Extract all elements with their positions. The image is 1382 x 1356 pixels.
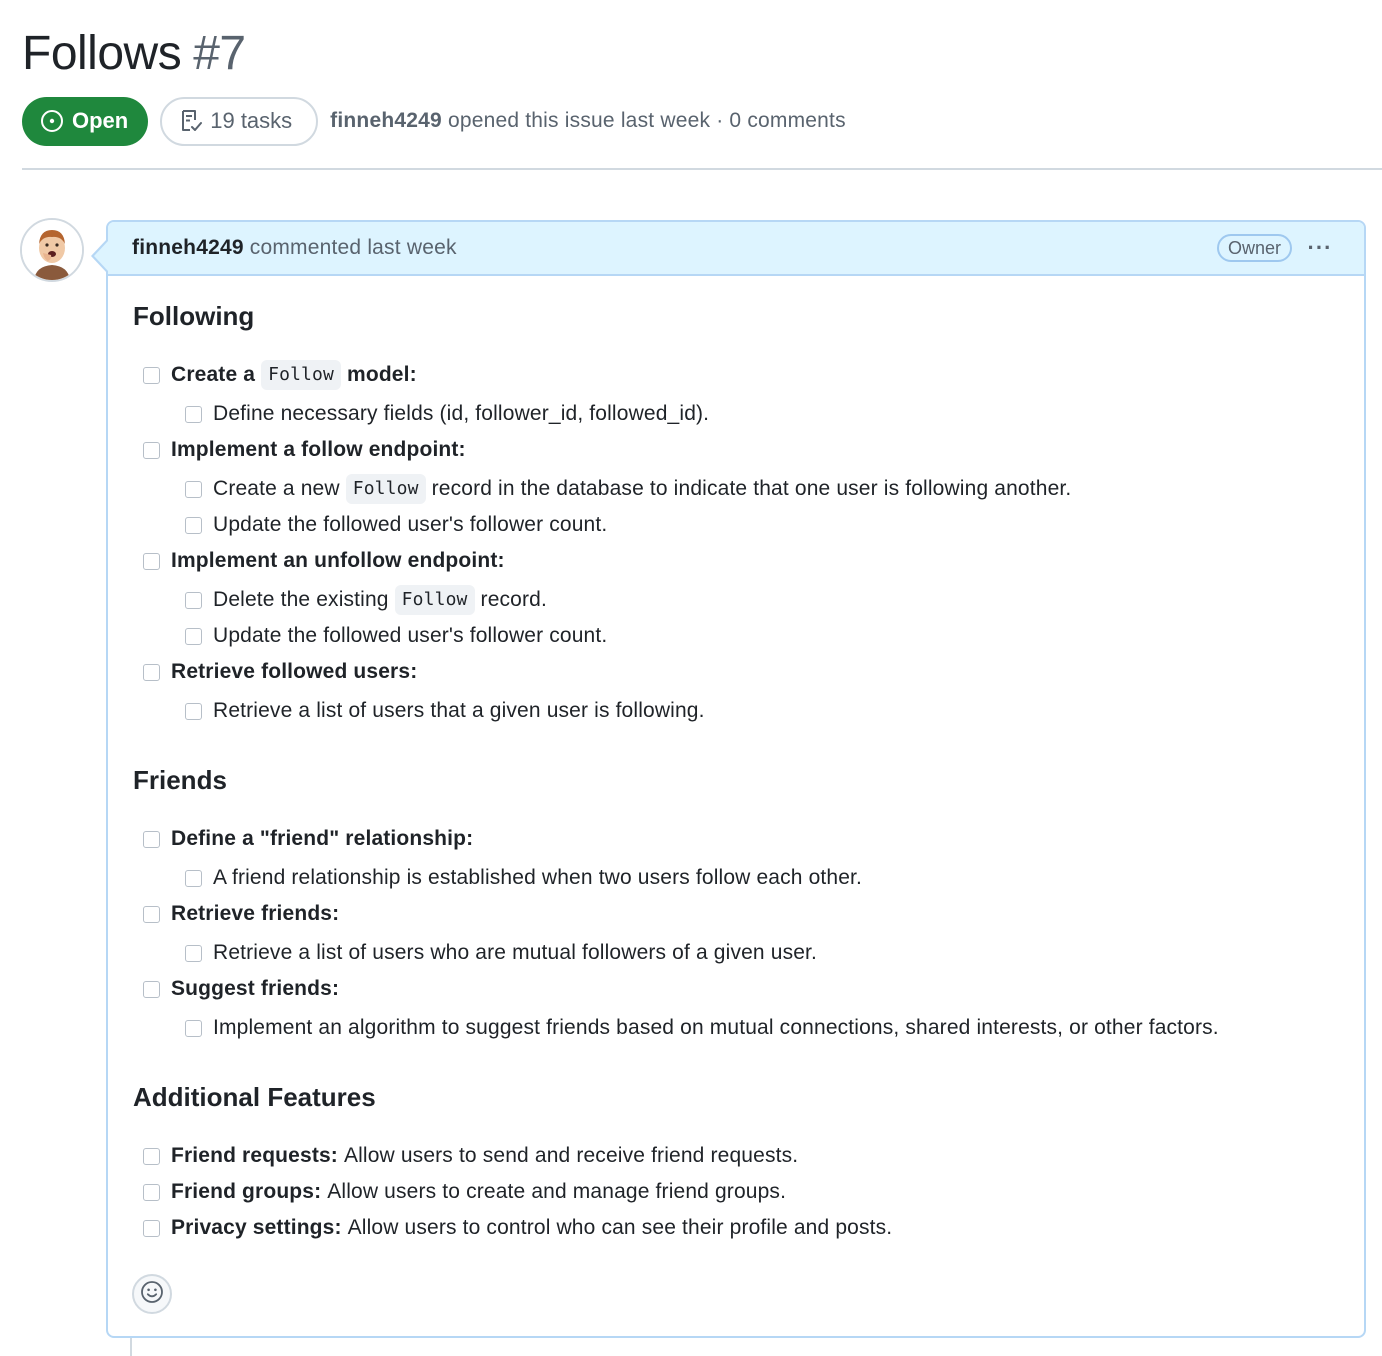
- task-delete-follow: Delete the existing Follow record.: [185, 585, 547, 615]
- task-text: Retrieve friends:: [171, 902, 340, 925]
- comment-pointer-fill: [94, 241, 108, 271]
- task-create-new-follow: Create a new Follow record in the database…: [185, 474, 1072, 504]
- add-reaction-button[interactable]: [132, 1274, 172, 1314]
- inline-code: Follow: [345, 474, 426, 504]
- task-text: record.: [480, 588, 547, 611]
- task-text: Update the followed user's follower coun…: [213, 513, 608, 536]
- inline-code: Follow: [394, 585, 475, 615]
- task-update-count-2: Update the followed user's follower coun…: [185, 622, 607, 650]
- issue-state-label: Open: [72, 108, 129, 133]
- task-checkbox[interactable]: [143, 366, 160, 384]
- task-update-count-1: Update the followed user's follower coun…: [185, 511, 607, 539]
- task-text: Define necessary fields (id, follower_id…: [213, 402, 710, 425]
- task-retrieve-mutual: Retrieve a list of users who are mutual …: [185, 939, 817, 967]
- task-checkbox[interactable]: [185, 516, 202, 534]
- avatar[interactable]: [20, 218, 84, 282]
- task-text: model:: [347, 363, 417, 386]
- task-retrieve-list: Retrieve a list of users that a given us…: [185, 697, 705, 725]
- task-text: Allow users to control who can see their…: [347, 1216, 893, 1239]
- task-text: Allow users to send and receive friend r…: [343, 1144, 799, 1167]
- task-suggest-algorithm: Implement an algorithm to suggest friend…: [185, 1014, 1219, 1042]
- task-follow-endpoint: Implement a follow endpoint:: [143, 436, 466, 464]
- task-checkbox[interactable]: [185, 627, 202, 645]
- heading-additional-features: Additional Features: [133, 1082, 376, 1112]
- issue-title: Follows #7: [22, 22, 246, 86]
- task-friend-established: A friend relationship is established whe…: [185, 864, 862, 892]
- task-label: Friend groups:: [171, 1180, 322, 1203]
- smiley-icon: [140, 1280, 164, 1309]
- task-text: Create a new: [213, 477, 340, 500]
- task-checkbox[interactable]: [143, 1147, 160, 1165]
- task-text: Implement a follow endpoint:: [171, 438, 466, 461]
- issue-number: #7: [193, 27, 246, 80]
- task-text: Update the followed user's follower coun…: [213, 624, 608, 647]
- task-checkbox[interactable]: [143, 905, 160, 923]
- task-checkbox[interactable]: [143, 980, 160, 998]
- task-friend-groups: Friend groups: Allow users to create and…: [143, 1178, 786, 1206]
- task-text: Create a: [171, 363, 256, 386]
- task-text: Define a "friend" relationship:: [171, 827, 474, 850]
- tasks-count-label: 19 tasks: [210, 108, 293, 133]
- task-text: Implement an algorithm to suggest friend…: [213, 1016, 1219, 1039]
- task-define-friend: Define a "friend" relationship:: [143, 825, 473, 853]
- task-checkbox[interactable]: [143, 441, 160, 459]
- issue-author-link[interactable]: finneh4249: [330, 109, 442, 132]
- comment-body: Following Create a Follow model: Define ne…: [108, 222, 1364, 1336]
- issue-opened-icon: [40, 109, 64, 133]
- task-checkbox[interactable]: [143, 663, 160, 681]
- task-text: Delete the existing: [213, 588, 389, 611]
- task-create-follow-model: Create a Follow model:: [143, 360, 417, 390]
- comment-box: finneh4249 commented last week Owner ···…: [106, 220, 1366, 1338]
- task-unfollow-endpoint: Implement an unfollow endpoint:: [143, 547, 505, 575]
- issue-meta: Open 19 tasks finneh4249 opened this iss…: [22, 96, 846, 146]
- task-label: Privacy settings:: [171, 1216, 342, 1239]
- issue-title-text: Follows: [22, 27, 182, 80]
- task-checkbox[interactable]: [143, 1183, 160, 1201]
- issue-state-badge: Open: [22, 96, 149, 146]
- task-define-fields: Define necessary fields (id, follower_id…: [185, 400, 709, 428]
- task-checkbox[interactable]: [185, 480, 202, 498]
- issue-opened-text: finneh4249 opened this issue last week ·…: [330, 109, 846, 133]
- task-text: Implement an unfollow endpoint:: [171, 549, 505, 572]
- heading-friends: Friends: [133, 765, 227, 795]
- task-checkbox[interactable]: [185, 591, 202, 609]
- task-label: Friend requests:: [171, 1144, 338, 1167]
- heading-following: Following: [133, 301, 255, 331]
- task-checkbox[interactable]: [185, 1019, 202, 1037]
- tasks-count-button[interactable]: 19 tasks: [160, 96, 319, 146]
- header-divider: [22, 168, 1382, 170]
- task-text: A friend relationship is established whe…: [213, 866, 863, 889]
- inline-code: Follow: [261, 360, 342, 390]
- task-checkbox[interactable]: [185, 702, 202, 720]
- task-checkbox[interactable]: [185, 869, 202, 887]
- task-friend-requests: Friend requests: Allow users to send and…: [143, 1142, 798, 1170]
- task-checkbox[interactable]: [143, 1219, 160, 1237]
- issue-meta-suffix: opened this issue last week · 0 comments: [447, 109, 846, 132]
- task-text: Retrieve a list of users that a given us…: [213, 699, 705, 722]
- task-text: record in the database to indicate that …: [431, 477, 1072, 500]
- task-privacy-settings: Privacy settings: Allow users to control…: [143, 1214, 892, 1242]
- task-suggest-friends: Suggest friends:: [143, 975, 339, 1003]
- task-text: Allow users to create and manage friend …: [327, 1180, 787, 1203]
- timeline-connector: [130, 1338, 132, 1356]
- task-checkbox[interactable]: [143, 552, 160, 570]
- task-text: Retrieve a list of users who are mutual …: [213, 941, 818, 964]
- task-retrieve-friends: Retrieve friends:: [143, 900, 339, 928]
- task-retrieve-followed: Retrieve followed users:: [143, 658, 417, 686]
- checklist-icon: [178, 108, 204, 134]
- task-checkbox[interactable]: [185, 405, 202, 423]
- task-checkbox[interactable]: [185, 944, 202, 962]
- task-text: Suggest friends:: [171, 977, 340, 1000]
- task-checkbox[interactable]: [143, 830, 160, 848]
- task-text: Retrieve followed users:: [171, 660, 418, 683]
